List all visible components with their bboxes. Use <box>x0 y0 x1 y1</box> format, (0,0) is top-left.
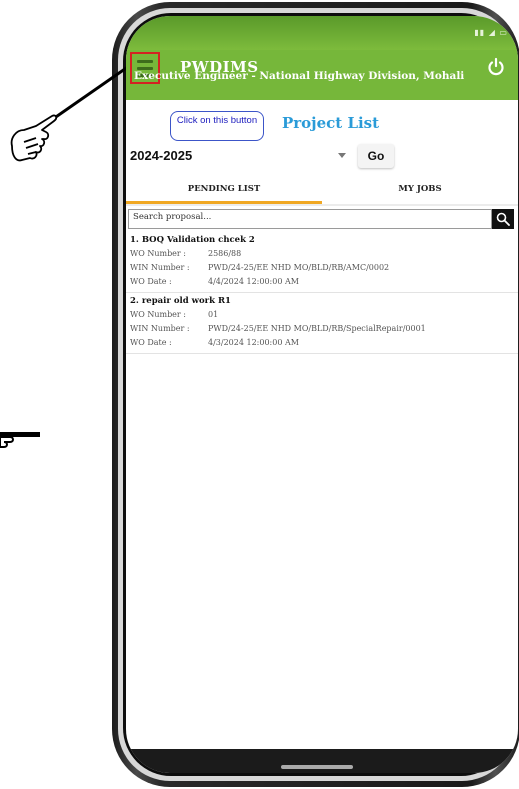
divider <box>126 353 518 354</box>
wo-number-label: WO Number : <box>130 310 186 319</box>
navigation-bar <box>126 749 518 773</box>
win-number-value: PWD/24-25/EE NHD MO/BLD/RB/AMC/0002 <box>208 263 390 272</box>
office-subtitle: Executive Engineer - National Highway Di… <box>134 70 465 82</box>
go-button[interactable]: Go <box>358 144 394 168</box>
home-indicator[interactable] <box>281 765 353 769</box>
wo-number-value: 01 <box>208 310 219 319</box>
year-select[interactable]: 2024-2025 <box>130 148 192 163</box>
divider <box>126 204 518 206</box>
list-item[interactable]: 2. repair old work R1 WO Number : 01 WIN … <box>130 296 510 352</box>
wo-number-value: 2586/88 <box>208 249 242 258</box>
page-title: Project List <box>282 114 380 132</box>
app-header: PWDIMS Executive Engineer - National Hig… <box>126 50 518 100</box>
wo-date-label: WO Date : <box>130 338 172 347</box>
power-icon[interactable] <box>486 57 506 77</box>
win-number-label: WIN Number : <box>130 324 190 333</box>
project-title: 2. repair old work R1 <box>130 296 231 306</box>
status-bar: ▮▮ ◢ ▭ <box>126 16 518 50</box>
wo-number-label: WO Number : <box>130 249 186 258</box>
wo-date-label: WO Date : <box>130 277 172 286</box>
tab-my-jobs[interactable]: MY JOBS <box>322 176 518 202</box>
project-title: 1. BOQ Validation chcek 2 <box>130 235 255 245</box>
pointing-hand-icon <box>0 432 40 448</box>
tab-pending-list[interactable]: PENDING LIST <box>126 176 322 202</box>
tab-bar: PENDING LIST MY JOBS <box>126 176 518 204</box>
search-input[interactable] <box>133 212 473 222</box>
wo-date-value: 4/4/2024 12:00:00 AM <box>208 277 299 286</box>
search-box <box>128 209 492 229</box>
list-item[interactable]: 1. BOQ Validation chcek 2 WO Number : 258… <box>130 235 510 291</box>
pointing-hand-icon <box>10 114 58 162</box>
divider <box>126 292 518 293</box>
status-icons: ▮▮ ◢ ▭ <box>474 28 508 37</box>
app-screen: ▮▮ ◢ ▭ PWDIMS Executive Engineer - Natio… <box>126 16 518 773</box>
chevron-down-icon[interactable] <box>338 153 346 158</box>
wo-date-value: 4/3/2024 12:00:00 AM <box>208 338 299 347</box>
search-icon[interactable] <box>492 209 514 229</box>
win-number-value: PWD/24-25/EE NHD MO/BLD/RB/SpecialRepair… <box>208 324 426 333</box>
tooltip-callout: Click on this button <box>170 111 264 141</box>
win-number-label: WIN Number : <box>130 263 190 272</box>
